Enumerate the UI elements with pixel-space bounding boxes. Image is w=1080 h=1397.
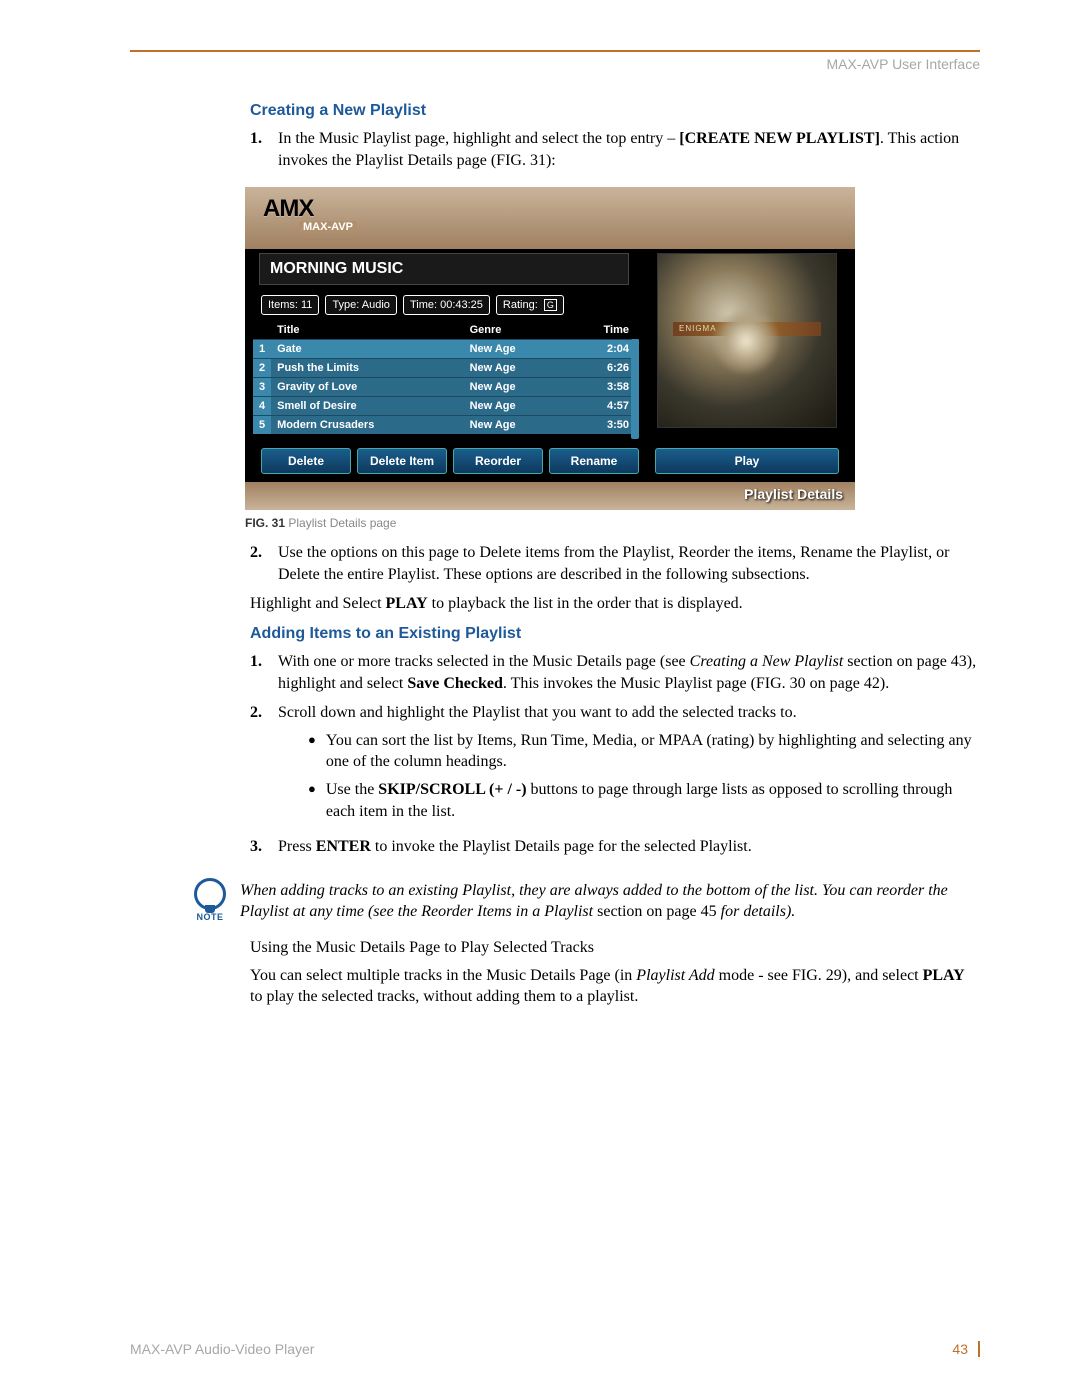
info-rating: Rating: G	[496, 295, 564, 315]
bullet: Use the SKIP/SCROLL (+ / -) buttons to p…	[308, 779, 980, 822]
playlist-name: MORNING MUSIC	[259, 253, 629, 285]
col-title[interactable]: Title	[271, 321, 463, 340]
lightbulb-icon	[194, 878, 226, 910]
album-cover: ENIGMA	[657, 253, 837, 428]
step-text: Scroll down and highlight the Playlist t…	[278, 702, 980, 828]
note-text: When adding tracks to an existing Playli…	[240, 878, 980, 923]
table-row[interactable]: 1GateNew Age2:04	[253, 340, 639, 359]
closing-heading: Using the Music Details Page to Play Sel…	[250, 937, 980, 959]
figure-caption: FIG. 31 Playlist Details page	[245, 516, 980, 530]
section-adding-title: Adding Items to an Existing Playlist	[250, 625, 980, 643]
page-header: MAX-AVP User Interface	[130, 56, 980, 72]
col-genre[interactable]: Genre	[464, 321, 566, 340]
play-instruction: Highlight and Select PLAY to playback th…	[250, 593, 980, 615]
info-time: Time: 00:43:25	[403, 295, 490, 315]
reorder-button[interactable]: Reorder	[453, 448, 543, 474]
step-num: 1.	[250, 128, 278, 171]
amx-logo: AMX	[263, 195, 313, 223]
table-row[interactable]: 3Gravity of LoveNew Age3:58	[253, 378, 639, 397]
screen-page-label: Playlist Details	[744, 486, 843, 502]
note-icon: NOTE	[180, 878, 240, 922]
table-row[interactable]: 5Modern CrusadersNew Age3:50	[253, 416, 639, 435]
track-table: Title Genre Time 1GateNew Age2:04 2Push …	[253, 321, 639, 434]
table-row[interactable]: 4Smell of DesireNew Age4:57	[253, 397, 639, 416]
bullet: You can sort the list by Items, Run Time…	[308, 730, 980, 773]
step-num: 3.	[250, 836, 278, 858]
section-creating-title: Creating a New Playlist	[250, 102, 980, 120]
info-items: Items: 11	[261, 295, 319, 315]
col-time[interactable]: Time	[566, 321, 639, 340]
rename-button[interactable]: Rename	[549, 448, 639, 474]
delete-button[interactable]: Delete	[261, 448, 351, 474]
table-row[interactable]: 2Push the LimitsNew Age6:26	[253, 359, 639, 378]
step-num: 2.	[250, 542, 278, 585]
step-text: Press ENTER to invoke the Playlist Detai…	[278, 836, 980, 858]
figure-31: AMX MAX-AVP MORNING MUSIC Items: 11 Type…	[245, 187, 980, 530]
step-text: With one or more tracks selected in the …	[278, 651, 980, 694]
step-text: Use the options on this page to Delete i…	[278, 542, 980, 585]
play-button[interactable]: Play	[655, 448, 839, 474]
amx-sublabel: MAX-AVP	[299, 221, 357, 233]
step-text: In the Music Playlist page, highlight an…	[278, 128, 980, 171]
page-number: 43	[952, 1341, 968, 1357]
delete-item-button[interactable]: Delete Item	[357, 448, 447, 474]
footer-title: MAX-AVP Audio-Video Player	[130, 1341, 314, 1357]
step-num: 1.	[250, 651, 278, 694]
step-num: 2.	[250, 702, 278, 828]
info-type: Type: Audio	[325, 295, 397, 315]
closing-paragraph: You can select multiple tracks in the Mu…	[250, 965, 980, 1008]
scrollbar[interactable]	[631, 339, 639, 439]
